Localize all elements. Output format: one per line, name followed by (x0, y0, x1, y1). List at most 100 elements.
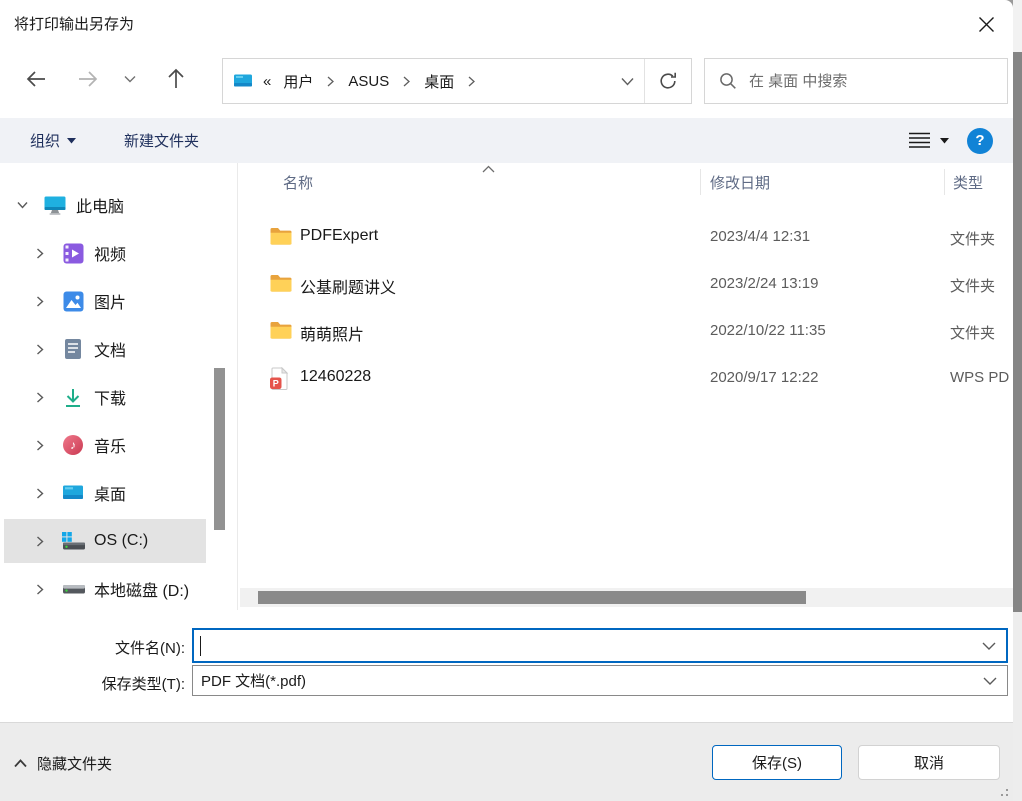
sidebar-item-pictures[interactable]: 图片 (4, 279, 206, 323)
help-icon: ? (975, 132, 984, 149)
sidebar-item-label: OS (C:) (94, 532, 148, 550)
chevron-up-icon (14, 759, 27, 768)
horizontal-scrollbar[interactable] (240, 588, 1013, 607)
address-dropdown-button[interactable] (611, 59, 645, 103)
column-header-type[interactable]: 类型 (953, 163, 983, 201)
view-mode-button[interactable] (908, 132, 949, 149)
chevron-right-icon (464, 76, 479, 87)
music-icon: ♪ (60, 434, 86, 456)
sidebar-item-downloads[interactable]: 下载 (4, 375, 206, 419)
address-bar[interactable]: « 用户 ASUS 桌面 (222, 58, 692, 104)
dialog-footer: 隐藏文件夹 保存(S) 取消 (0, 722, 1013, 801)
new-folder-label: 新建文件夹 (124, 130, 199, 151)
back-button[interactable] (20, 63, 52, 95)
pdf-file-icon: P (269, 367, 289, 390)
back-icon (24, 69, 48, 89)
downloads-icon (60, 386, 86, 408)
sidebar-scrollbar[interactable] (213, 163, 226, 610)
folder-icon (269, 273, 293, 293)
chevron-down-icon[interactable] (982, 641, 996, 650)
chevron-collapsed-icon[interactable] (34, 248, 46, 259)
help-button[interactable]: ? (967, 128, 993, 154)
hide-folders-label: 隐藏文件夹 (37, 753, 112, 774)
forward-button[interactable] (72, 63, 104, 95)
pictures-icon (60, 290, 86, 312)
file-fields: 文件名(N): 保存类型(T): PDF 文档(*.pdf) (0, 610, 1013, 722)
sidebar-scrollbar-thumb[interactable] (214, 368, 225, 530)
cancel-button[interactable]: 取消 (858, 745, 1000, 780)
pane-divider (237, 163, 238, 610)
chevron-collapsed-icon[interactable] (34, 536, 46, 547)
sidebar-item-label: 桌面 (94, 481, 126, 505)
search-input[interactable] (749, 73, 997, 90)
breadcrumb-desktop[interactable]: 桌面 (422, 69, 456, 94)
organize-label: 组织 (30, 130, 60, 151)
chevron-down-icon (940, 138, 949, 144)
file-type: WPS PD (950, 369, 1009, 386)
chevron-down-icon (983, 676, 997, 685)
background-window-strip (1013, 0, 1022, 801)
chevron-collapsed-icon[interactable] (34, 488, 46, 499)
sidebar-item-documents[interactable]: 文档 (4, 327, 206, 371)
breadcrumb-asus[interactable]: ASUS (346, 71, 391, 92)
sidebar-item-videos[interactable]: 视频 (4, 231, 206, 275)
text-caret (200, 636, 201, 656)
sidebar-item-music[interactable]: ♪ 音乐 (4, 423, 206, 467)
close-button[interactable] (966, 7, 1006, 41)
up-button[interactable] (160, 63, 192, 95)
desktop-icon (60, 482, 86, 504)
command-bar: 组织 新建文件夹 ? (0, 118, 1013, 163)
organize-button[interactable]: 组织 (30, 130, 76, 151)
sidebar-item-label: 下载 (94, 385, 126, 409)
dialog-title: 将打印输出另存为 (14, 13, 134, 34)
column-header-name[interactable]: 名称 (283, 163, 313, 201)
save-button[interactable]: 保存(S) (712, 745, 842, 780)
file-name: 12460228 (300, 368, 371, 386)
sidebar-item-label: 音乐 (94, 433, 126, 457)
column-header-date[interactable]: 修改日期 (710, 163, 770, 201)
new-folder-button[interactable]: 新建文件夹 (124, 130, 199, 151)
sidebar-item-label: 此电脑 (76, 193, 124, 217)
search-box[interactable] (704, 58, 1008, 104)
file-row[interactable]: P 12460228 2020/9/17 12:22 WPS PD (240, 355, 1013, 402)
file-row[interactable]: 萌萌照片 2022/10/22 11:35 文件夹 (240, 308, 1013, 355)
file-row[interactable]: 公基刷题讲义 2023/2/24 13:19 文件夹 (240, 261, 1013, 308)
drive-d-icon (60, 578, 86, 600)
file-date: 2020/9/17 12:22 (710, 369, 818, 386)
column-divider[interactable] (944, 169, 945, 195)
file-date: 2023/2/24 13:19 (710, 275, 818, 292)
chevron-expanded-icon[interactable] (16, 201, 28, 209)
file-row[interactable]: PDFExpert 2023/4/4 12:31 文件夹 (240, 214, 1013, 261)
titlebar: 将打印输出另存为 (0, 0, 1013, 48)
sidebar-item-disk-d[interactable]: 本地磁盘 (D:) (4, 567, 206, 610)
sidebar-item-this-pc[interactable]: 此电脑 (4, 183, 206, 227)
chevron-collapsed-icon[interactable] (34, 392, 46, 403)
sidebar-item-desktop[interactable]: 桌面 (4, 471, 206, 515)
sidebar-item-label: 本地磁盘 (D:) (94, 577, 189, 601)
chevron-collapsed-icon[interactable] (34, 296, 46, 307)
breadcrumb-overflow[interactable]: « (261, 71, 273, 92)
close-icon (978, 16, 995, 33)
refresh-button[interactable] (645, 59, 691, 103)
horizontal-scrollbar-thumb[interactable] (258, 591, 806, 604)
up-icon (166, 68, 186, 90)
file-date: 2022/10/22 11:35 (710, 322, 826, 339)
file-type: 文件夹 (950, 322, 995, 343)
filetype-value: PDF 文档(*.pdf) (201, 670, 306, 691)
chevron-collapsed-icon[interactable] (34, 440, 46, 451)
filetype-label: 保存类型(T): (0, 673, 185, 694)
resize-grip-icon[interactable] (998, 786, 1008, 796)
column-divider[interactable] (700, 169, 701, 195)
folder-icon (269, 226, 293, 246)
chevron-collapsed-icon[interactable] (34, 344, 46, 355)
recent-locations-button[interactable] (118, 63, 142, 95)
filetype-select[interactable]: PDF 文档(*.pdf) (192, 665, 1008, 696)
forward-icon (76, 69, 100, 89)
hide-folders-button[interactable]: 隐藏文件夹 (14, 753, 112, 774)
save-as-dialog: 将打印输出另存为 « 用户 (0, 0, 1013, 801)
breadcrumb-users[interactable]: 用户 (281, 69, 315, 94)
sidebar-item-os-c[interactable]: OS (C:) (4, 519, 206, 563)
navigation-bar: « 用户 ASUS 桌面 (0, 54, 1013, 104)
filename-input[interactable] (192, 628, 1008, 663)
chevron-collapsed-icon[interactable] (34, 584, 46, 595)
